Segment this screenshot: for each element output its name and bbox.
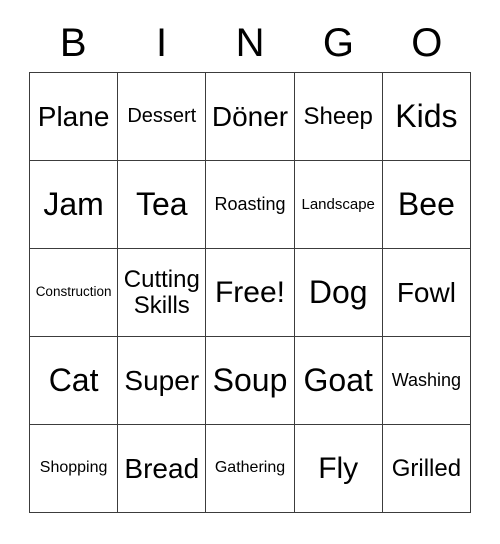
bingo-cell-label: Roasting — [214, 193, 286, 214]
bingo-cell-label: Landscape — [301, 195, 375, 213]
bingo-cell[interactable]: Plane — [30, 73, 119, 161]
bingo-cell-label: Plane — [37, 100, 110, 132]
bingo-header-letter-b: B — [59, 21, 87, 65]
bingo-card: B I N G O Plane Dessert Döner Sheep Kids… — [29, 14, 471, 513]
bingo-cell[interactable]: Döner — [206, 73, 295, 161]
bingo-cell-label: Tea — [135, 185, 188, 222]
bingo-cell-label: Kids — [395, 97, 458, 134]
bingo-cell-label: Washing — [391, 369, 462, 390]
bingo-cell-label: Gathering — [214, 459, 286, 477]
bingo-cell-label: Super — [124, 364, 200, 396]
bingo-cell[interactable]: Jam — [30, 161, 119, 249]
bingo-cell[interactable]: Tea — [118, 161, 207, 249]
bingo-cell[interactable]: Dog — [294, 249, 383, 337]
bingo-cell-label: Bee — [397, 185, 455, 222]
bingo-cell[interactable]: Sheep — [294, 73, 383, 161]
bingo-grid: Plane Dessert Döner Sheep Kids Jam Tea R… — [29, 72, 471, 513]
bingo-cell[interactable]: Goat — [294, 337, 383, 425]
bingo-cell[interactable]: Kids — [382, 73, 471, 161]
bingo-cell-label: Sheep — [303, 102, 373, 130]
bingo-cell[interactable]: Washing — [382, 337, 471, 425]
bingo-cell[interactable]: Fly — [294, 425, 383, 513]
bingo-cell-label: Fowl — [396, 276, 456, 308]
bingo-header-letter-i: I — [156, 21, 168, 65]
bingo-cell[interactable]: Soup — [206, 337, 295, 425]
bingo-cell-label: Fly — [318, 451, 359, 485]
bingo-cell-label: Jam — [43, 185, 104, 222]
bingo-cell-label: Cat — [48, 361, 99, 398]
bingo-cell[interactable]: Grilled — [382, 425, 471, 513]
bingo-cell-free-space[interactable]: Free! — [206, 249, 295, 337]
bingo-cell-label: Construction — [35, 284, 112, 300]
bingo-cell[interactable]: Construction — [30, 249, 119, 337]
bingo-cell[interactable]: Dessert — [118, 73, 207, 161]
bingo-header-letter-o: O — [411, 21, 443, 65]
bingo-cell-label: Dog — [308, 273, 368, 310]
bingo-cell-label: Soup — [212, 361, 288, 398]
bingo-cell-label: Bread — [124, 452, 200, 484]
bingo-cell[interactable]: Cutting Skills — [118, 249, 207, 337]
bingo-header-row: B I N G O — [29, 14, 471, 72]
bingo-cell-label: Shopping — [39, 459, 108, 477]
bingo-cell-label: Dessert — [127, 104, 197, 127]
bingo-cell[interactable]: Shopping — [30, 425, 119, 513]
bingo-header-letter-n: N — [235, 21, 265, 65]
bingo-cell-label: Döner — [211, 100, 289, 132]
bingo-cell[interactable]: Roasting — [206, 161, 295, 249]
bingo-cell[interactable]: Bread — [118, 425, 207, 513]
bingo-cell-label: Goat — [303, 361, 373, 398]
bingo-cell[interactable]: Fowl — [382, 249, 471, 337]
bingo-cell[interactable]: Landscape — [294, 161, 383, 249]
bingo-cell-label: Free! — [214, 275, 285, 309]
bingo-cell-label: Cutting Skills — [123, 266, 200, 319]
bingo-header-letter-g: G — [322, 21, 354, 65]
bingo-cell[interactable]: Bee — [382, 161, 471, 249]
bingo-cell[interactable]: Super — [118, 337, 207, 425]
bingo-cell[interactable]: Gathering — [206, 425, 295, 513]
bingo-cell-label: Grilled — [391, 454, 462, 482]
bingo-cell[interactable]: Cat — [30, 337, 119, 425]
